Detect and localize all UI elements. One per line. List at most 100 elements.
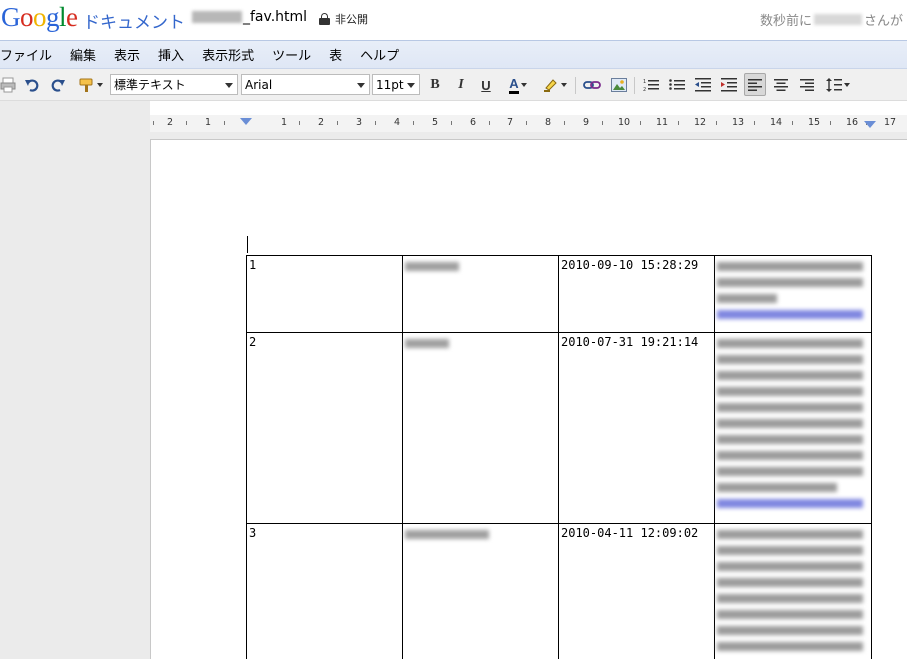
ruler-label: 14 [770,117,783,128]
underline-button[interactable]: U [477,75,495,95]
ruler-tick [153,121,154,125]
menu-format[interactable]: 表示形式 [202,45,254,64]
table-cell-user[interactable] [402,255,559,333]
line-spacing-icon[interactable] [823,75,853,95]
ruler-tick [564,121,565,125]
ruler-label: 6 [470,117,477,128]
redacted-username [814,14,863,25]
redacted-link[interactable] [717,310,863,319]
bulleted-list-icon[interactable] [667,75,687,95]
redo-icon[interactable] [48,75,68,95]
last-edit-status: 数秒前に さんが [760,10,903,29]
menu-insert[interactable]: 挿入 [158,45,184,64]
redacted-text [405,530,489,539]
toolbar-divider [634,77,635,94]
left-indent-marker[interactable] [240,118,252,125]
toolbar-divider [575,77,576,94]
bold-button[interactable]: B [426,75,444,95]
menu-edit[interactable]: 編集 [70,45,96,64]
doc-title[interactable]: _fav.html [192,9,307,25]
redacted-text [405,262,459,271]
align-right-icon[interactable] [797,75,817,95]
table-cell-date[interactable]: 2010-04-11 12:09:02 [558,523,715,659]
text-color-button[interactable]: A [503,75,533,95]
table-cell-user[interactable] [402,523,559,659]
redacted-text [717,546,863,555]
table-cell-text[interactable] [714,523,872,659]
document-table[interactable]: 1 2010-09-10 15:28:29 2 2010-07-31 19:21… [246,255,872,659]
table-cell-date[interactable]: 2010-07-31 19:21:14 [558,332,715,524]
highlight-color-icon[interactable] [540,75,570,95]
chevron-down-icon [407,83,415,88]
menu-tools[interactable]: ツール [272,45,311,64]
style-select[interactable]: 標準テキスト [110,74,238,95]
ruler-label: 10 [618,117,631,128]
chevron-down-icon [357,83,365,88]
ruler-label: 7 [507,117,514,128]
redacted-link[interactable] [717,499,863,508]
paint-format-icon[interactable] [76,75,106,95]
menu-file[interactable]: ファイル [0,45,52,64]
text-cursor [247,236,248,253]
table-cell-user[interactable] [402,332,559,524]
table-row: 2 2010-07-31 19:21:14 [246,332,872,524]
align-left-icon[interactable] [744,73,766,96]
logo-letter-o1: o [20,2,34,32]
redacted-text [717,387,863,396]
redacted-text [717,594,863,603]
logo-letter-g2: g [46,2,60,32]
table-cell-number[interactable]: 1 [246,255,403,333]
ruler-tick [754,121,755,125]
increase-indent-icon[interactable] [719,75,739,95]
table-cell-date[interactable]: 2010-09-10 15:28:29 [558,255,715,333]
print-icon[interactable] [0,75,16,95]
privacy-status[interactable]: 非公開 [319,11,368,27]
google-logo[interactable]: Google [1,2,78,33]
table-cell-text[interactable] [714,332,872,524]
redacted-text [405,339,449,348]
redacted-text [717,483,837,492]
ruler[interactable]: 2 1 1 2 3 4 5 6 7 8 9 10 11 12 13 14 15 … [150,115,907,132]
svg-text:1: 1 [643,79,646,85]
redacted-text [717,610,863,619]
ruler-label: 12 [694,117,707,128]
font-size-select[interactable]: 11pt [372,74,420,95]
right-indent-marker[interactable] [864,121,876,128]
chevron-down-icon [225,83,233,88]
ruler-tick [337,121,338,125]
numbered-list-icon[interactable]: 12 [641,75,661,95]
menu-table[interactable]: 表 [329,45,342,64]
ruler-tick [451,121,452,125]
ruler-tick [413,121,414,125]
ruler-tick [716,121,717,125]
menu-help[interactable]: ヘルプ [360,45,399,64]
font-select[interactable]: Arial [241,74,370,95]
header-bar: Google ドキュメント _fav.html 非公開 数秒前に さんが [0,0,907,40]
italic-button[interactable]: I [452,75,470,95]
image-icon[interactable] [609,75,629,95]
app-name[interactable]: ドキュメント [83,8,185,33]
ruler-tick [489,121,490,125]
menu-view[interactable]: 表示 [114,45,140,64]
toolbar: 標準テキスト Arial 11pt B I U A 1 2 [0,69,907,101]
table-cell-number[interactable]: 3 [246,523,403,659]
table-cell-text[interactable] [714,255,872,333]
ruler-tick [186,121,187,125]
redacted-text [717,578,863,587]
ruler-tick [375,121,376,125]
ruler-label: 17 [884,117,897,128]
ruler-label: 13 [732,117,745,128]
ruler-label: 15 [808,117,821,128]
redacted-text [717,451,863,460]
link-icon[interactable] [582,75,602,95]
ruler-label: 2 [167,117,174,128]
decrease-indent-icon[interactable] [693,75,713,95]
undo-icon[interactable] [22,75,42,95]
menu-bar: ファイル 編集 表示 挿入 表示形式 ツール 表 ヘルプ [0,40,907,69]
align-center-icon[interactable] [771,75,791,95]
logo-letter-o2: o [33,2,47,32]
lock-icon [319,13,330,25]
text-color-label: A [509,76,519,94]
logo-letter-g1: G [1,2,21,32]
table-cell-number[interactable]: 2 [246,332,403,524]
